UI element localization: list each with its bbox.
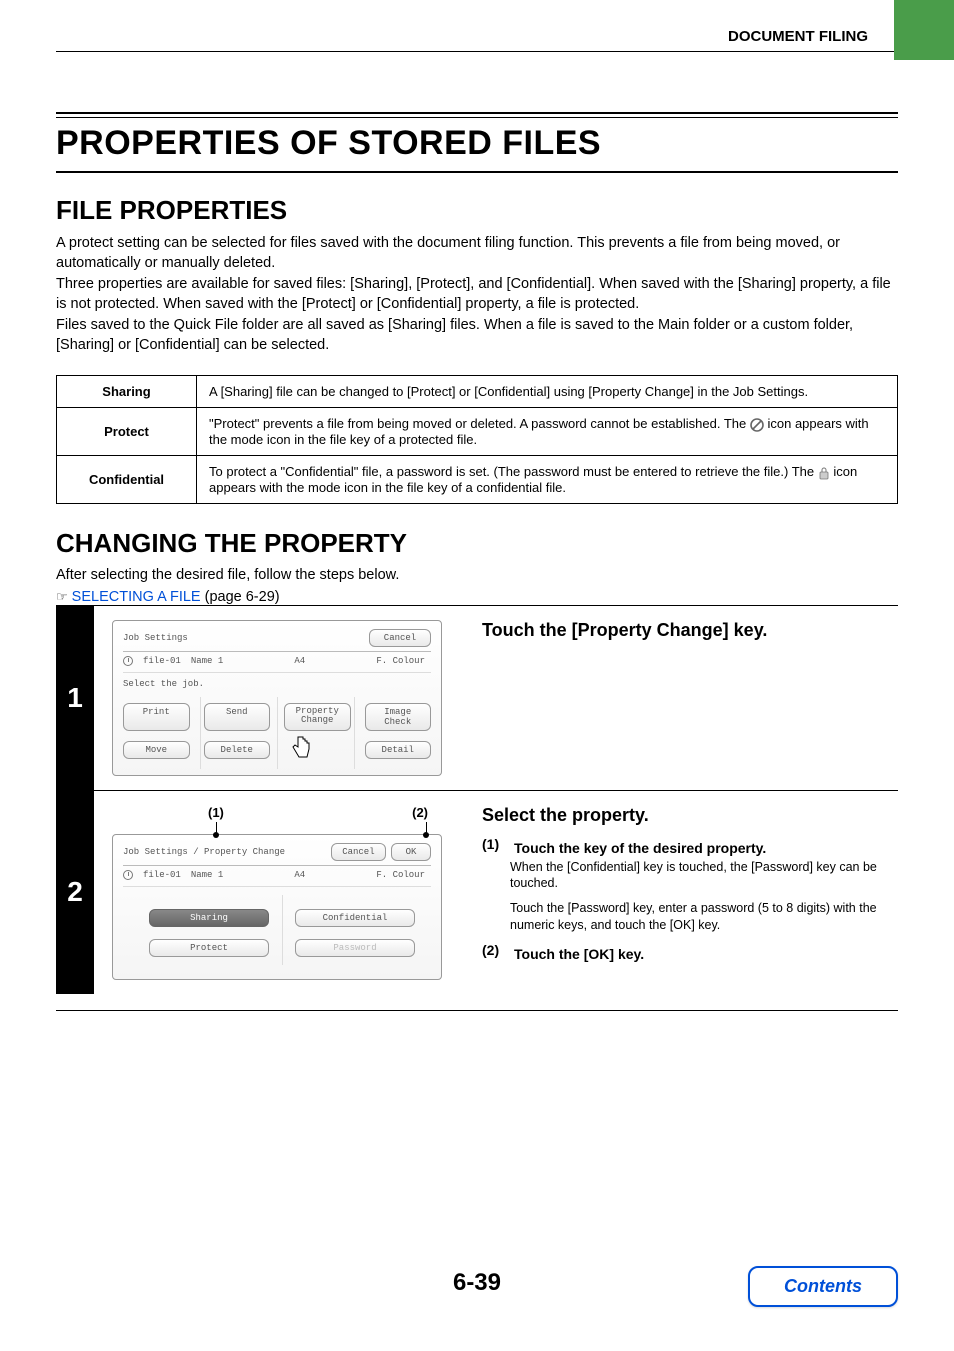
file-size: A4 <box>294 870 305 880</box>
callout-label: (1) <box>208 805 224 820</box>
property-name: Protect <box>57 408 197 456</box>
section-color-tab <box>894 0 954 60</box>
property-desc: A [Sharing] file can be changed to [Prot… <box>197 376 898 408</box>
bottom-rule <box>56 1010 898 1011</box>
cancel-button[interactable]: Cancel <box>369 629 431 647</box>
table-row: Sharing A [Sharing] file can be changed … <box>57 376 898 408</box>
title-rule <box>56 171 898 173</box>
substep-number: (1) <box>482 836 506 856</box>
print-button[interactable]: Print <box>123 703 190 731</box>
step-number: 1 <box>56 606 94 790</box>
file-mode: F. Colour <box>376 870 425 880</box>
password-button[interactable]: Password <box>295 939 415 957</box>
file-mode: F. Colour <box>376 656 425 666</box>
title-rule <box>56 112 898 114</box>
text: To protect a "Confidential" file, a pass… <box>209 464 818 479</box>
section-heading-file-properties: FILE PROPERTIES <box>56 195 898 226</box>
table-row: Confidential To protect a "Confidential"… <box>57 455 898 503</box>
body-text: After selecting the desired file, follow… <box>56 567 898 583</box>
step-heading: Touch the [Property Change] key. <box>482 620 894 641</box>
link-page-ref: (page 6-29) <box>201 589 280 605</box>
running-header: DOCUMENT FILING <box>56 28 898 45</box>
tap-cursor-icon <box>286 733 316 763</box>
file-user: Name 1 <box>191 656 223 666</box>
substep-heading: Touch the [OK] key. <box>514 946 644 962</box>
reference-icon: ☞ <box>56 589 68 604</box>
step-number: 2 <box>56 791 94 994</box>
title-rule <box>56 117 898 118</box>
confidential-button[interactable]: Confidential <box>295 909 415 927</box>
delete-button[interactable]: Delete <box>204 741 271 759</box>
ok-button[interactable]: OK <box>391 843 431 861</box>
text: "Protect" prevents a file from being mov… <box>209 416 750 431</box>
send-button[interactable]: Send <box>204 703 271 731</box>
header-rule <box>56 51 898 52</box>
detail-button[interactable]: Detail <box>365 741 432 759</box>
property-desc: To protect a "Confidential" file, a pass… <box>197 455 898 503</box>
table-row: Protect "Protect" prevents a file from b… <box>57 408 898 456</box>
device-panel-property-change: Job Settings / Property Change Cancel OK… <box>112 834 442 980</box>
section-heading-changing: CHANGING THE PROPERTY <box>56 528 898 559</box>
device-panel-job-settings: Job Settings Cancel file-01 Name 1 A4 F.… <box>112 620 442 776</box>
clock-icon <box>123 870 133 880</box>
cancel-button[interactable]: Cancel <box>331 843 385 861</box>
panel-title: Job Settings / Property Change <box>123 847 285 857</box>
panel-prompt: Select the job. <box>123 679 431 689</box>
step-heading: Select the property. <box>482 805 894 826</box>
sharing-button[interactable]: Sharing <box>149 909 269 927</box>
substep-body: When the [Confidential] key is touched, … <box>510 859 894 893</box>
cross-reference: ☞ SELECTING A FILE (page 6-29) <box>56 589 898 605</box>
lock-icon <box>818 466 830 480</box>
substep-number: (2) <box>482 942 506 962</box>
substep-heading: Touch the key of the desired property. <box>514 840 766 856</box>
page-title: PROPERTIES OF STORED FILES <box>56 124 898 163</box>
properties-table: Sharing A [Sharing] file can be changed … <box>56 375 898 503</box>
substep-body: Touch the [Password] key, enter a passwo… <box>510 900 894 934</box>
file-name: file-01 <box>143 656 181 666</box>
move-button[interactable]: Move <box>123 741 190 759</box>
step-row: 1 Job Settings Cancel file-01 Name 1 A4 … <box>56 605 898 790</box>
body-text: Files saved to the Quick File folder are… <box>56 316 898 355</box>
clock-icon <box>123 656 133 666</box>
property-name: Confidential <box>57 455 197 503</box>
protect-button[interactable]: Protect <box>149 939 269 957</box>
link-selecting-a-file[interactable]: SELECTING A FILE <box>72 589 201 605</box>
body-text: A protect setting can be selected for fi… <box>56 234 898 273</box>
image-check-button[interactable]: Image Check <box>365 703 432 731</box>
property-change-button[interactable]: Property Change <box>284 703 351 731</box>
file-user: Name 1 <box>191 870 223 880</box>
step-row: 2 (1) (2) Job Settings / Property Change… <box>56 790 898 994</box>
property-name: Sharing <box>57 376 197 408</box>
contents-button[interactable]: Contents <box>748 1266 898 1307</box>
body-text: Three properties are available for saved… <box>56 275 898 314</box>
property-desc: "Protect" prevents a file from being mov… <box>197 408 898 456</box>
file-name: file-01 <box>143 870 181 880</box>
panel-title: Job Settings <box>123 633 188 643</box>
file-size: A4 <box>294 656 305 666</box>
callout-label: (2) <box>412 805 428 820</box>
no-entry-icon <box>750 418 764 432</box>
